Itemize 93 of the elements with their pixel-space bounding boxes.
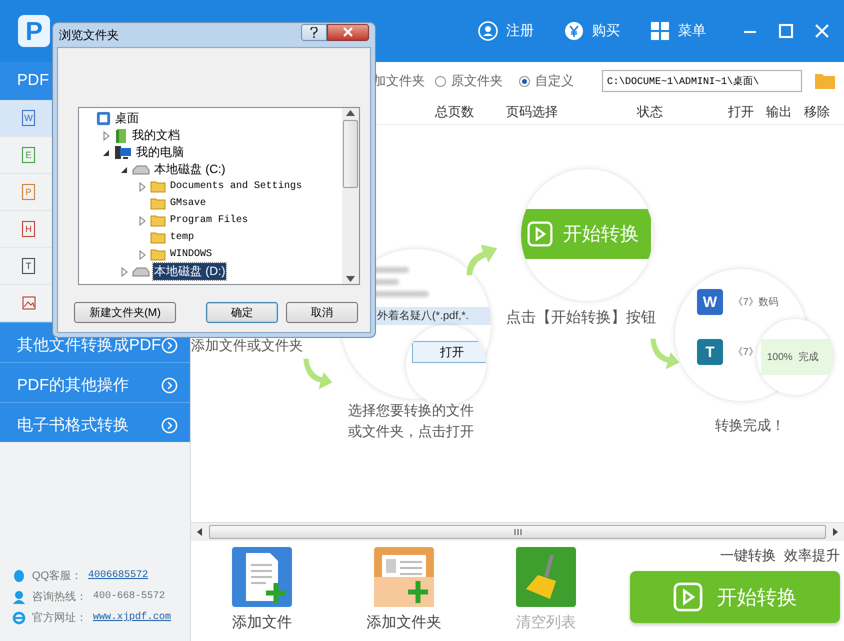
tree-item[interactable]: 我的电脑 bbox=[135, 144, 185, 161]
step-caption: 点击【开始转换】按钮 bbox=[506, 308, 656, 328]
folder-icon bbox=[150, 197, 166, 210]
contact-label: 咨询热线： bbox=[32, 590, 87, 604]
column-header: 移除 bbox=[804, 103, 831, 121]
broom-icon bbox=[516, 547, 576, 607]
computer-icon bbox=[114, 144, 132, 160]
close-icon bbox=[343, 27, 353, 37]
file-type-icon: W bbox=[22, 110, 35, 126]
file-name: 《7》 bbox=[733, 346, 759, 359]
folder-icon bbox=[150, 248, 166, 261]
scrollbar-thumb[interactable] bbox=[209, 525, 826, 539]
tree-item[interactable]: 本地磁盘 (D:) bbox=[153, 263, 226, 280]
document-icon: T bbox=[697, 339, 723, 365]
tree-item[interactable]: 我的文档 bbox=[131, 127, 181, 144]
open-button[interactable]: 打开 bbox=[412, 341, 486, 363]
headset-user-icon bbox=[12, 590, 26, 604]
header-button[interactable]: 菜单 bbox=[650, 21, 706, 41]
column-header: 页码选择 bbox=[506, 103, 559, 121]
status-label: 完成 bbox=[798, 350, 819, 364]
file-type-icon: P bbox=[22, 184, 35, 200]
radio-option[interactable]: 原文件夹 bbox=[435, 72, 503, 90]
chevron-circle-icon bbox=[161, 377, 178, 394]
dialog-button[interactable]: 确定 bbox=[206, 302, 278, 323]
dialog-title: 浏览文件夹 bbox=[59, 26, 119, 44]
chevron-circle-icon bbox=[161, 417, 178, 434]
collapsed-arrow-icon[interactable] bbox=[137, 216, 147, 226]
scrollbar-thumb[interactable] bbox=[343, 120, 358, 188]
contact-value: 400-668-5572 bbox=[93, 591, 166, 602]
tree-item[interactable]: 桌面 bbox=[114, 110, 140, 127]
step-caption: 选择您要转换的文件 或文件夹，点击打开 bbox=[348, 401, 474, 441]
play-icon bbox=[527, 221, 553, 247]
header-button[interactable]: 购买 bbox=[564, 21, 620, 41]
tree-item[interactable]: WINDOWS bbox=[169, 249, 214, 260]
dialog-button[interactable]: 新建文件夹(M) bbox=[74, 302, 176, 323]
folder-icon bbox=[150, 231, 166, 244]
expanded-arrow-icon[interactable] bbox=[101, 148, 111, 158]
slogan: 一键转换 效率提升 bbox=[720, 547, 840, 565]
browser-icon bbox=[12, 610, 26, 624]
radio-option[interactable]: 自定义 bbox=[519, 72, 574, 90]
contact-link[interactable]: www.xjpdf.com bbox=[93, 612, 172, 623]
add-folder-icon bbox=[374, 547, 434, 607]
start-label: 开始转换 bbox=[563, 223, 639, 247]
file-type-icon: T bbox=[22, 258, 35, 274]
drive-icon bbox=[132, 164, 150, 176]
scroll-down-icon[interactable] bbox=[346, 276, 355, 282]
dialog-button[interactable]: 取消 bbox=[286, 302, 358, 323]
column-header: 打开 bbox=[728, 103, 755, 121]
chevron-circle-icon bbox=[161, 337, 178, 354]
collapsed-arrow-icon[interactable] bbox=[119, 266, 129, 276]
folder-icon bbox=[150, 180, 166, 193]
contact-link[interactable]: 4006685572 bbox=[88, 570, 148, 581]
tree-item[interactable]: Program Files bbox=[169, 215, 250, 226]
help-button[interactable] bbox=[301, 24, 327, 40]
documents-icon bbox=[114, 128, 128, 144]
column-header: 状态 bbox=[637, 103, 664, 121]
file-type-icon: E bbox=[22, 147, 35, 163]
tree-item[interactable]: GMsave bbox=[169, 198, 208, 209]
scroll-up-icon[interactable] bbox=[346, 110, 355, 116]
menu-icon bbox=[650, 21, 670, 41]
tree-item[interactable]: Documents and Settings bbox=[169, 181, 304, 192]
expanded-arrow-icon[interactable] bbox=[119, 164, 129, 174]
folder-icon bbox=[150, 214, 166, 227]
step-caption: 转换完成！ bbox=[715, 416, 785, 435]
header-button[interactable]: 注册 bbox=[478, 21, 534, 41]
file-name: 《7》数码 bbox=[733, 296, 779, 309]
path-field[interactable]: C:\DOCUME~1\ADMINI~1\桌面\ bbox=[602, 70, 802, 92]
contact-label: 官方网址： bbox=[32, 610, 87, 625]
category-button[interactable]: PDF的其他操作 bbox=[0, 362, 190, 402]
progress-value: 100% bbox=[767, 352, 793, 362]
collapsed-arrow-icon[interactable] bbox=[101, 130, 111, 140]
app-logo: P bbox=[18, 15, 50, 47]
add-file-icon bbox=[232, 547, 292, 607]
close-button[interactable] bbox=[327, 24, 369, 40]
toolbar-button[interactable]: 添加文件夹 bbox=[333, 547, 475, 632]
step-caption: 添加文件或文件夹 bbox=[191, 336, 303, 355]
file-type-icon: H bbox=[22, 221, 35, 237]
play-icon bbox=[673, 582, 703, 612]
tree-item[interactable]: 本地磁盘 (C:) bbox=[153, 161, 226, 178]
collapsed-arrow-icon[interactable] bbox=[137, 250, 147, 260]
yen-icon bbox=[564, 21, 584, 41]
document-icon: W bbox=[697, 289, 723, 315]
desktop-icon bbox=[96, 111, 111, 126]
help-icon bbox=[310, 26, 318, 38]
drive-icon bbox=[132, 266, 150, 278]
category-button[interactable]: 电子书格式转换 bbox=[0, 402, 190, 442]
user-icon bbox=[478, 21, 498, 41]
toolbar-button[interactable]: 添加文件 bbox=[191, 547, 333, 632]
collapsed-arrow-icon[interactable] bbox=[137, 182, 147, 192]
column-header: 输出 bbox=[766, 103, 793, 121]
tree-item[interactable]: temp bbox=[169, 232, 196, 243]
contact-label: QQ客服： bbox=[32, 568, 82, 583]
column-header: 总页数 bbox=[435, 103, 475, 121]
